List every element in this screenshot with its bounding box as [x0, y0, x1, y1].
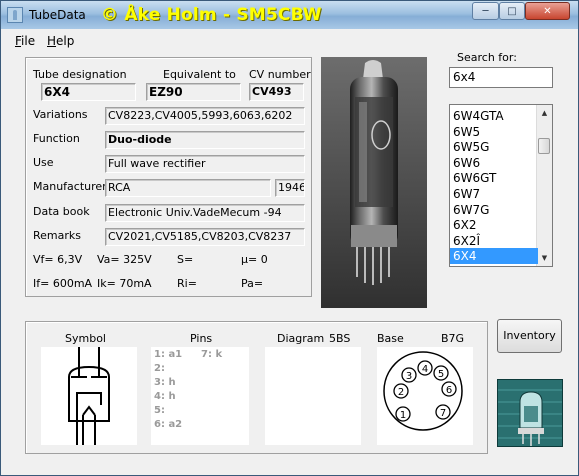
- s-value: S=: [177, 253, 194, 266]
- diode-symbol-icon: [68, 347, 110, 445]
- designation-field[interactable]: 6X4: [41, 83, 136, 101]
- list-item[interactable]: 6W7: [450, 186, 538, 202]
- ik-value: Ik= 70mA: [97, 277, 152, 290]
- databook-field[interactable]: Electronic Univ.VadeMecum -94: [105, 204, 305, 222]
- symbol-box: [41, 347, 137, 445]
- pin-entry: 2:: [154, 363, 165, 374]
- tube-photo-image: [321, 57, 427, 308]
- tube-logo-icon: [498, 380, 562, 446]
- tube-photo: [321, 57, 427, 308]
- diagram-box: [265, 347, 361, 445]
- minimize-icon: ─: [482, 5, 489, 17]
- menu-help[interactable]: Help: [47, 34, 74, 48]
- equivalent-label: Equivalent to: [163, 68, 236, 81]
- base-pin-label: 3: [406, 371, 412, 382]
- title-bar[interactable]: TubeData © Åke Holm - SM5CBW ─ □ ✕: [1, 1, 578, 29]
- search-label: Search for:: [457, 51, 517, 64]
- vf-value: Vf= 6,3V: [33, 253, 83, 266]
- manufacturer-field[interactable]: RCA: [105, 179, 271, 197]
- search-input[interactable]: 6x4: [449, 67, 553, 88]
- list-item[interactable]: 6W7G: [450, 202, 538, 218]
- cv-field[interactable]: CV493: [249, 83, 304, 101]
- diagram-code: 5BS: [329, 332, 351, 345]
- cv-label: CV number: [249, 68, 311, 81]
- mu-value: µ= 0: [241, 253, 268, 266]
- base-pin-label: 2: [398, 387, 404, 398]
- tube-logo-image: [497, 379, 563, 447]
- list-item[interactable]: 6W6GT: [450, 170, 538, 186]
- menu-file[interactable]: File: [15, 34, 35, 48]
- pa-value: Pa=: [241, 277, 264, 290]
- base-pin-label: 6: [446, 385, 452, 396]
- inventory-button[interactable]: Inventory: [497, 319, 562, 353]
- list-item[interactable]: 6W4GTA: [450, 108, 538, 124]
- minimize-button[interactable]: ─: [472, 2, 499, 20]
- pins-label: Pins: [190, 332, 213, 345]
- window-title: TubeData: [29, 8, 86, 22]
- base-box: 1 23456 7: [377, 347, 473, 445]
- databook-label: Data book: [33, 205, 90, 218]
- close-button[interactable]: ✕: [525, 2, 570, 20]
- pin-entry: 5:: [154, 405, 165, 416]
- scroll-thumb[interactable]: [538, 138, 550, 154]
- designation-label: Tube designation: [33, 68, 127, 81]
- list-item[interactable]: 6X2: [450, 217, 538, 233]
- pin-entry: 4: h: [154, 391, 176, 402]
- variations-field[interactable]: CV8223,CV4005,5993,6063,6202: [105, 107, 305, 125]
- equivalent-field[interactable]: EZ90: [146, 83, 241, 101]
- tube-app-icon: [7, 7, 23, 23]
- author-banner: © Åke Holm - SM5CBW: [101, 5, 322, 25]
- base-pin-label: 7: [440, 408, 446, 419]
- function-label: Function: [33, 132, 80, 145]
- list-item[interactable]: 6W5G: [450, 139, 538, 155]
- year-field[interactable]: 1946: [275, 179, 305, 197]
- pin-entry: 7: k: [201, 349, 223, 360]
- base-code: B7G: [441, 332, 465, 345]
- scroll-up-icon[interactable]: ▲: [537, 105, 552, 121]
- menu-help-label: elp: [56, 34, 75, 48]
- remarks-field[interactable]: CV2021,CV5185,CV8203,CV8237: [105, 228, 305, 246]
- base-pin-label: 1: [400, 410, 406, 421]
- base-pinout-diagram: 1 234 56 7: [383, 351, 463, 431]
- pin-entry: 6: a2: [154, 419, 183, 430]
- close-icon: ✕: [543, 5, 552, 17]
- diagram-label: Diagram: [277, 332, 325, 345]
- va-value: Va= 325V: [97, 253, 152, 266]
- menu-bar: File Help: [1, 30, 578, 50]
- list-item[interactable]: 6X4: [450, 248, 538, 265]
- menu-file-label: ile: [21, 34, 36, 48]
- maximize-button[interactable]: □: [499, 2, 525, 20]
- base-pin-label: 4: [422, 364, 428, 375]
- pin-entry: 3: h: [154, 377, 176, 388]
- ri-value: Ri=: [177, 277, 197, 290]
- list-item[interactable]: 6W5: [450, 124, 538, 140]
- list-scrollbar[interactable]: ▲ ▼: [536, 105, 552, 266]
- menu-help-accel: H: [47, 34, 57, 48]
- app-window: TubeData © Åke Holm - SM5CBW ─ □ ✕ File …: [0, 0, 579, 476]
- base-pin-label: 5: [438, 369, 444, 380]
- use-field[interactable]: Full wave rectifier: [105, 155, 305, 173]
- base-label: Base: [377, 332, 404, 345]
- scroll-down-icon[interactable]: ▼: [537, 250, 552, 266]
- pin-entry: 1: a1: [154, 349, 183, 360]
- pins-box: 1: a1 2: 3: h 4: h 5: 6: a2 7: k: [151, 347, 249, 445]
- use-label: Use: [33, 156, 54, 169]
- tube-listbox[interactable]: ▲ ▼ 6W4GTA 6W5 6W5G 6W6 6W6GT 6W7 6W7G 6X2 6X2Î 6…: [449, 104, 553, 267]
- function-field[interactable]: Duo-diode: [105, 131, 305, 149]
- manufacturer-label: Manufacturer: [33, 180, 107, 193]
- list-item[interactable]: 6W6: [450, 155, 538, 171]
- maximize-icon: □: [507, 5, 517, 17]
- variations-label: Variations: [33, 108, 88, 121]
- remarks-label: Remarks: [33, 229, 81, 242]
- list-item[interactable]: 6X2Î: [450, 233, 538, 249]
- if-value: If= 600mA: [33, 277, 93, 290]
- symbol-label: Symbol: [65, 332, 106, 345]
